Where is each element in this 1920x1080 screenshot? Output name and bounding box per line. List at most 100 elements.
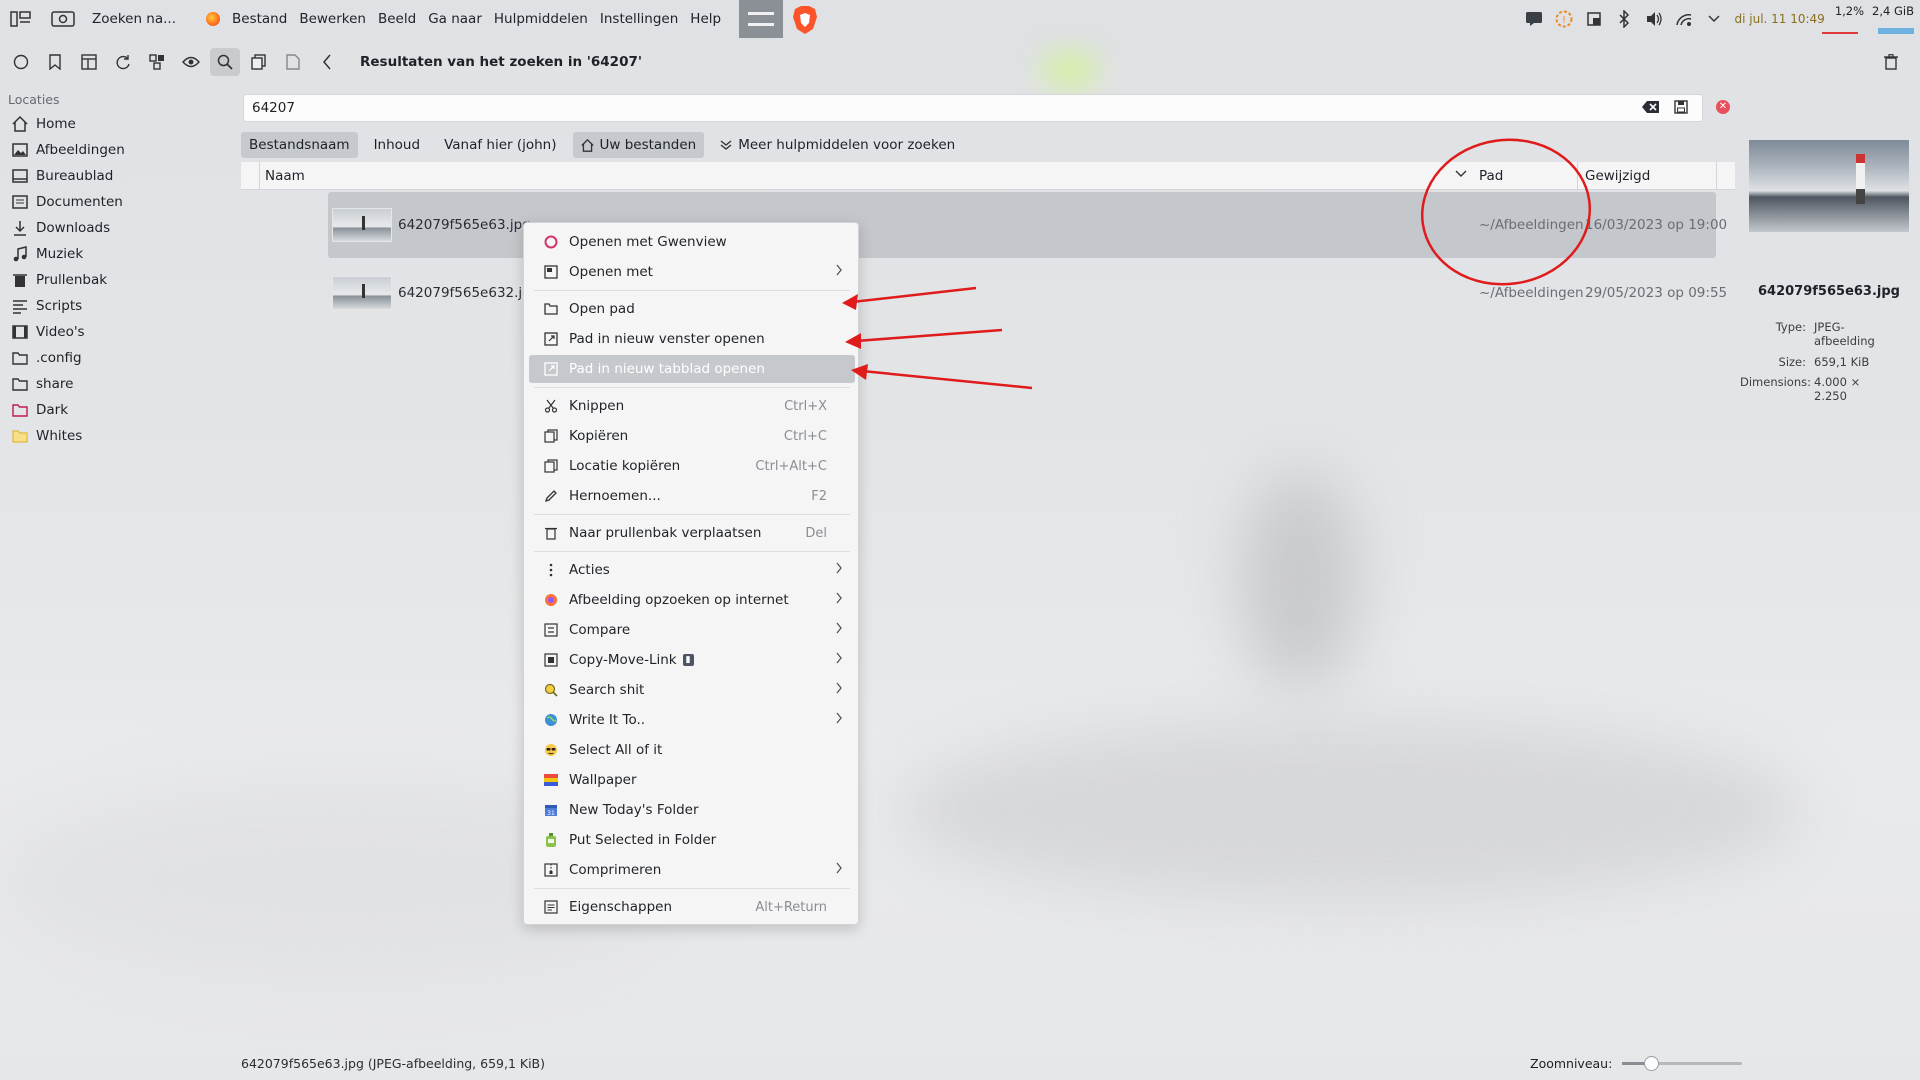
globe-icon [543, 712, 559, 728]
file-modified: 29/05/2023 op 09:55 [1585, 285, 1728, 301]
active-window-icon[interactable] [739, 0, 784, 38]
column-modified[interactable]: Gewijzigd [1585, 168, 1650, 184]
sort-chevron-down-icon[interactable] [1455, 168, 1467, 184]
preview-dimensions: Dimensions: 4.000 × 2.250 [1740, 375, 1896, 403]
menu-item-search-image-internet[interactable]: Afbeelding opzoeken op internet [529, 586, 855, 614]
home-icon [580, 138, 594, 152]
zoom-slider-handle[interactable] [1644, 1056, 1660, 1071]
sidebar-item-afbeeldingen[interactable]: Afbeeldingen [0, 137, 200, 163]
split-view-icon[interactable] [142, 48, 172, 76]
sidebar-item-videos[interactable]: Video's [0, 319, 200, 345]
bluetooth-icon[interactable] [1614, 9, 1634, 29]
trash-icon[interactable] [1876, 48, 1906, 76]
menu-item-move-to-trash[interactable]: Naar prullenbak verplaatsen Del [529, 519, 855, 547]
menu-bewerken[interactable]: Bewerken [293, 11, 372, 27]
menu-item-wallpaper[interactable]: Wallpaper [529, 766, 855, 794]
close-search-icon[interactable]: ✕ [1716, 100, 1730, 114]
back-chevron-icon[interactable] [312, 48, 342, 76]
submenu-chevron-icon [835, 862, 843, 878]
sidebar-item-share[interactable]: share [0, 371, 200, 397]
app-launcher-icon[interactable] [6, 4, 36, 34]
menu-hulpmiddelen[interactable]: Hulpmiddelen [488, 11, 594, 27]
menu-instellingen[interactable]: Instellingen [594, 11, 684, 27]
menu-beeld[interactable]: Beeld [372, 11, 422, 27]
menu-item-label: Compare [569, 622, 631, 638]
menu-item-select-all[interactable]: Select All of it [529, 736, 855, 764]
menu-item-search-shit[interactable]: Search shit [529, 676, 855, 704]
search-input[interactable] [252, 100, 1632, 116]
firefox-icon[interactable] [206, 12, 221, 26]
submenu-chevron-icon [835, 622, 843, 638]
menu-item-open-with[interactable]: Openen met [529, 258, 855, 286]
menu-item-compress[interactable]: Comprimeren [529, 856, 855, 884]
filter-your-files-button[interactable]: Uw bestanden [572, 132, 705, 158]
screenshot-icon[interactable] [48, 4, 78, 34]
menu-item-open-gwenview[interactable]: Openen met Gwenview [529, 228, 855, 256]
clock[interactable]: di jul. 11 10:49 [1734, 12, 1824, 26]
menu-item-open-path[interactable]: Open pad [529, 295, 855, 323]
brave-browser-icon[interactable] [791, 5, 819, 34]
save-search-icon[interactable] [1674, 100, 1690, 116]
sidebar-item-home[interactable]: Home [0, 111, 200, 137]
menu-bestand[interactable]: Bestand [226, 11, 293, 27]
memory-usage: 2,4 GiB [1872, 4, 1914, 18]
search-icon[interactable] [210, 48, 240, 76]
circle-icon[interactable] [6, 48, 36, 76]
volume-icon[interactable] [1644, 9, 1664, 29]
menu-item-compare[interactable]: Compare [529, 616, 855, 644]
menu-help[interactable]: Help [684, 11, 727, 27]
menu-item-write-it-to[interactable]: Write It To.. [529, 706, 855, 734]
sidebar-item-prullenbak[interactable]: Prullenbak [0, 267, 200, 293]
sidebar-item-bureaublad[interactable]: Bureaublad [0, 163, 200, 189]
open-with-icon [543, 264, 559, 280]
chat-icon[interactable] [1524, 9, 1544, 29]
filter-from-here-button[interactable]: Vanaf hier (john) [436, 132, 564, 158]
more-search-tools-button[interactable]: Meer hulpmiddelen voor zoeken [712, 132, 963, 158]
menu-item-open-path-new-tab[interactable]: Pad in nieuw tabblad openen [529, 355, 855, 383]
panel-layout-icon[interactable] [74, 48, 104, 76]
context-menu: Openen met Gwenview Openen met Open pad … [523, 222, 859, 925]
sidebar-item-whites[interactable]: Whites [0, 423, 200, 449]
sidebar-item-label: Video's [36, 324, 85, 340]
menu-item-copy-move-link[interactable]: Copy-Move-Link ▮ [529, 646, 855, 674]
menu-item-label: Open pad [569, 301, 635, 317]
sidebar-item-dark[interactable]: Dark [0, 397, 200, 423]
sidebar-item-downloads[interactable]: Downloads [0, 215, 200, 241]
column-path[interactable]: Pad [1479, 168, 1503, 184]
menu-item-copy-location[interactable]: Locatie kopiëren Ctrl+Alt+C [529, 452, 855, 480]
sidebar-item-documenten[interactable]: Documenten [0, 189, 200, 215]
sidebar-item-scripts[interactable]: Scripts [0, 293, 200, 319]
menu-item-cut[interactable]: Knippen Ctrl+X [529, 392, 855, 420]
menu-item-copy[interactable]: Kopiëren Ctrl+C [529, 422, 855, 450]
filter-filename-button[interactable]: Bestandsnaam [241, 132, 358, 158]
menu-item-properties[interactable]: Eigenschappen Alt+Return [529, 893, 855, 921]
menu-ga-naar[interactable]: Ga naar [422, 11, 488, 27]
sidebar-item-config[interactable]: .config [0, 345, 200, 371]
updates-icon[interactable]: ! [1554, 9, 1574, 29]
menu-item-put-selected-folder[interactable]: Put Selected in Folder [529, 826, 855, 854]
tray-expand-chevron-icon[interactable] [1704, 9, 1724, 29]
zoom-slider[interactable] [1622, 1056, 1743, 1071]
zoom-label: Zoomniveau: [1530, 1056, 1613, 1071]
sidebar-item-label: Whites [36, 428, 83, 444]
column-name[interactable]: Naam [265, 168, 305, 184]
filter-content-button[interactable]: Inhoud [366, 132, 428, 158]
refresh-icon[interactable] [108, 48, 138, 76]
menu-item-rename[interactable]: Hernoemen... F2 [529, 482, 855, 510]
paste-icon[interactable] [278, 48, 308, 76]
copy-icon[interactable] [244, 48, 274, 76]
clear-search-icon[interactable] [1642, 100, 1660, 116]
annotation-arrow [845, 328, 1003, 349]
folder-yellow-icon [11, 428, 28, 445]
menu-item-open-path-new-window[interactable]: Pad in nieuw venster openen [529, 325, 855, 353]
clipboard-icon[interactable] [1584, 9, 1604, 29]
menu-item-actions[interactable]: Acties [529, 556, 855, 584]
network-icon[interactable] [1674, 9, 1694, 29]
menu-item-label: Eigenschappen [569, 899, 672, 915]
submenu-chevron-icon [835, 712, 843, 728]
system-monitor[interactable]: 1,2% 2,4 GiB [1835, 4, 1914, 18]
eye-icon[interactable] [176, 48, 206, 76]
menu-item-new-today-folder[interactable]: 31 New Today's Folder [529, 796, 855, 824]
sidebar-item-muziek[interactable]: Muziek [0, 241, 200, 267]
bookmark-icon[interactable] [40, 48, 70, 76]
